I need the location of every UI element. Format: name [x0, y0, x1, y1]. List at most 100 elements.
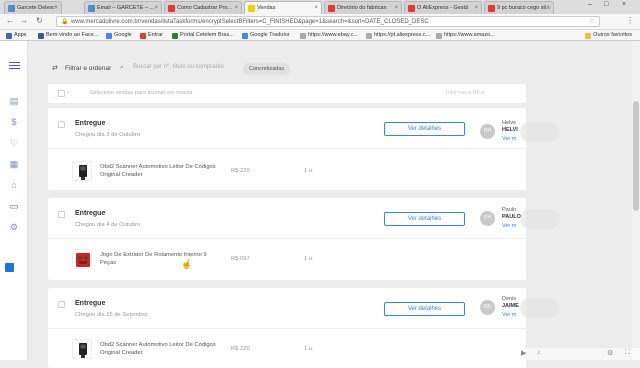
avatar: PH [480, 211, 495, 226]
scrollbar-thumb[interactable] [633, 101, 639, 211]
close-icon[interactable]: × [474, 2, 478, 14]
order-checkbox[interactable] [58, 121, 65, 128]
close-icon[interactable]: × [154, 2, 158, 14]
reputation-icon[interactable]: ♡ [8, 138, 20, 149]
order-card: Entregue Chegou dia 4 de Outubro Ver det… [48, 198, 526, 280]
minimize-icon[interactable]: – [588, 1, 592, 8]
browser-tab[interactable]: 9 pc buraco cego sli... × [484, 1, 554, 14]
bookmark-item[interactable]: Portal Cetelem Bras... [172, 31, 234, 40]
product-thumbnail[interactable] [72, 161, 92, 181]
settings-icon[interactable]: ⚙ [8, 222, 20, 233]
sales-icon[interactable]: ▤ [8, 96, 20, 107]
search-input[interactable]: Buscar por nº, título ou comprador [133, 64, 224, 70]
product-thumbnail[interactable] [72, 249, 92, 269]
browser-tab[interactable]: Diretório do fabrican × [324, 1, 402, 14]
page-icon [300, 33, 306, 39]
tab-favicon-icon [488, 5, 495, 12]
product-quantity: 1 u. [304, 346, 314, 352]
buyer-name: Paulo PAULO [502, 207, 521, 220]
settings-icon[interactable]: ⚙ [607, 349, 613, 357]
close-icon[interactable]: × [546, 2, 550, 14]
close-icon[interactable]: × [314, 2, 318, 14]
google-icon [106, 33, 112, 39]
reload-icon[interactable]: ↻ [36, 16, 43, 25]
bookmark-item[interactable]: https://pt.aliexpress.c... [366, 31, 430, 40]
listings-icon[interactable]: $ [8, 117, 20, 128]
back-icon[interactable]: ← [6, 16, 14, 25]
product-price: R$ 097 [231, 256, 250, 262]
bookmark-item[interactable]: https://www.amazo... [436, 31, 495, 40]
view-details-button[interactable]: Ver detalhes [384, 122, 465, 136]
bookmark-apps[interactable]: Apps [6, 31, 27, 40]
blurred-region [520, 298, 560, 318]
bookmark-item[interactable]: Google Tradutor [242, 31, 290, 40]
tab-favicon-icon [408, 5, 415, 12]
forward-icon[interactable]: → [20, 16, 28, 25]
view-details-button[interactable]: Ver detalhes [384, 212, 465, 226]
close-window-icon[interactable]: × [622, 1, 626, 8]
product-thumbnail[interactable] [72, 339, 92, 359]
questions-icon[interactable]: ▦ [8, 159, 20, 170]
page-scrollbar[interactable] [632, 41, 640, 360]
bookmark-other-folder[interactable]: Outros favoritos [585, 31, 632, 40]
tab-favicon-icon [8, 5, 15, 12]
orders-icon[interactable]: ▭ [8, 201, 20, 212]
product-title[interactable]: Obd2 Scanner Automotivo Leitor De Código… [100, 341, 220, 357]
fullscreen-icon[interactable]: ⛶ [625, 349, 630, 357]
order-checkbox[interactable] [58, 301, 65, 308]
filter-chip-concretizadas[interactable]: Concretizadas [243, 63, 291, 75]
bookmark-item[interactable]: Google [106, 31, 132, 40]
bookmark-item[interactable]: Entrar [140, 31, 163, 40]
bulk-action-bar: ⌄ Selecione vendas para acionar em massa… [48, 84, 526, 103]
buyer-more-link[interactable]: Ver m [502, 136, 516, 142]
menu-icon[interactable]: ⋮ [626, 16, 634, 25]
buyer-info: PH Paulo PAULO Ver m [480, 205, 560, 235]
page-icon [436, 33, 442, 39]
browser-tab[interactable]: O AliExpress - Gestã × [404, 1, 482, 14]
product-title[interactable]: Jogo De Extrator De Rolamento Interno 9 … [100, 251, 220, 267]
bookmark-star-icon[interactable]: ☆ [589, 17, 595, 26]
bearing-puller-image [76, 253, 90, 267]
bulk-label: Selecione vendas para acionar em massa [90, 90, 193, 96]
view-details-button[interactable]: Ver detalhes [384, 302, 465, 316]
order-status: Entregue [75, 120, 106, 127]
avatar: HH [480, 124, 495, 139]
search-icon: ⌕ [120, 64, 124, 71]
divider [48, 328, 526, 329]
tab-favicon-icon [168, 5, 175, 12]
play-icon[interactable]: ▶ [521, 349, 526, 357]
order-checkbox[interactable] [58, 211, 65, 218]
browser-tab-active[interactable]: Vendas × [244, 1, 322, 14]
browser-tab[interactable]: Como Cadastrar Pro... × [164, 1, 242, 14]
browser-tab[interactable]: Email – GARCETE – ... × [84, 1, 162, 14]
product-title[interactable]: Obd2 Scanner Automotivo Leitor De Código… [100, 163, 220, 179]
buyer-more-link[interactable]: Ver m [502, 223, 516, 229]
order-card: Entregue Chegou dia 3 de Outubro Ver det… [48, 108, 526, 190]
browser-tab[interactable]: Garcete Delesc × [4, 1, 62, 14]
volume-icon[interactable]: ♪ [537, 349, 541, 356]
filter-bar: ⇄ Filtrar e ordenar ⌕ Buscar por nº, tít… [50, 60, 610, 80]
buyer-name: Helve HELVI [502, 120, 518, 133]
close-icon[interactable]: × [234, 2, 238, 14]
filter-icon[interactable]: ⇄ [52, 64, 58, 72]
close-icon[interactable]: × [394, 2, 398, 14]
filter-sort-button[interactable]: Filtrar e ordenar [65, 65, 111, 72]
browser-toolbar: ← → ↻ 🔒 www.mercadolivre.com.br/vendas/l… [0, 14, 640, 30]
bookmark-item[interactable]: Bem-vindo ao Face... [38, 31, 98, 40]
dock-app-icon[interactable] [5, 263, 14, 272]
divider [48, 148, 526, 149]
bookmark-item[interactable]: https://www.ebay.c... [300, 31, 358, 40]
nfe-info-link[interactable]: Informar à NF-e [446, 90, 485, 96]
buyer-more-link[interactable]: Ver m [502, 312, 516, 318]
select-all-checkbox[interactable] [58, 90, 65, 97]
address-bar[interactable]: 🔒 www.mercadolivre.com.br/vendas/listaTa… [56, 16, 600, 27]
hamburger-menu-icon[interactable] [9, 62, 20, 69]
chevron-down-icon[interactable]: ⌄ [66, 88, 71, 95]
order-status: Entregue [75, 300, 106, 307]
maximize-icon[interactable]: □ [604, 1, 608, 8]
close-icon[interactable]: × [54, 2, 58, 14]
shopping-icon[interactable]: ⌂ [8, 180, 20, 191]
order-card: Entregue Chegou dia 25 de Setembro Ver d… [48, 288, 526, 368]
video-player-controls: ▶ ♪ ⚙ ⛶ [515, 348, 640, 360]
buyer-name: Denis JAIME [502, 296, 519, 309]
